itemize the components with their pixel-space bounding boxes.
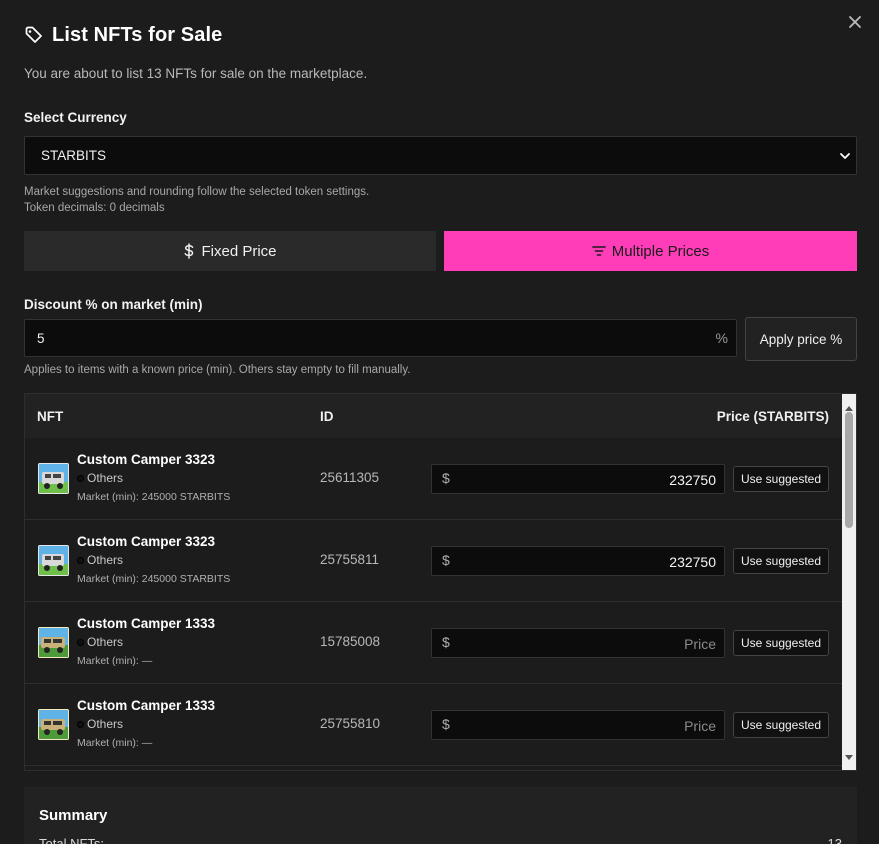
table-row: Custom Camper 3323 Others Market (min): … — [25, 520, 842, 602]
table-header: NFT ID Price (STARBITS) — [25, 394, 842, 438]
price-placeholder: Price — [684, 636, 716, 652]
modal-subtitle: You are about to list 13 NFTs for sale o… — [24, 66, 368, 81]
nft-id: 15785008 — [320, 634, 381, 649]
currency-symbol: $ — [442, 634, 450, 650]
nft-name: Custom Camper 1333 — [77, 616, 216, 631]
nft-thumbnail — [38, 545, 69, 576]
use-suggested-button[interactable]: Use suggested — [733, 630, 829, 656]
price-value: 232750 — [669, 554, 716, 570]
nft-id: 25755810 — [320, 716, 381, 731]
currency-symbol: $ — [442, 470, 450, 486]
price-input[interactable]: $ Price — [431, 628, 725, 658]
nft-market-min: Market (min): 245000 STARBITS — [77, 573, 231, 585]
nft-id: 25611305 — [320, 470, 380, 485]
list-nfts-modal: List NFTs for Sale You are about to list… — [0, 0, 879, 844]
currency-hint: Market suggestions and rounding follow t… — [24, 184, 369, 216]
nft-name: Custom Camper 3323 — [77, 534, 216, 549]
scroll-down-icon[interactable] — [845, 748, 853, 766]
table-scrollbar[interactable] — [842, 394, 856, 770]
nft-name: Custom Camper 3323 — [77, 452, 216, 467]
discount-value: 5 — [37, 330, 45, 346]
multiple-prices-tab[interactable]: Multiple Prices — [444, 231, 857, 271]
summary-total-label: Total NFTs: — [39, 836, 105, 844]
price-placeholder: Price — [684, 718, 716, 734]
collection-label: Others — [87, 553, 124, 567]
nft-collection: Others — [77, 471, 123, 485]
nft-name: Custom Camper 1333 — [77, 698, 216, 713]
price-input[interactable]: $ 232750 — [431, 546, 725, 576]
apply-price-button[interactable]: Apply price % — [745, 317, 857, 361]
currency-symbol: $ — [442, 552, 450, 568]
nft-thumbnail — [38, 627, 69, 658]
tag-icon — [24, 25, 44, 45]
header-nft: NFT — [37, 409, 64, 424]
currency-select[interactable]: STARBITS — [24, 136, 857, 175]
table-row: Custom Camper 3323 Others Market (min): … — [25, 438, 842, 520]
price-input[interactable]: $ 232750 — [431, 464, 725, 494]
currency-selected-value: STARBITS — [41, 148, 107, 163]
chevron-down-icon — [838, 149, 852, 163]
dollar-icon — [183, 243, 195, 259]
price-input[interactable]: $ Price — [431, 710, 725, 740]
nft-collection: Others — [77, 717, 123, 731]
percent-suffix: % — [715, 330, 728, 346]
collection-label: Others — [87, 635, 124, 649]
collection-dot-icon — [77, 474, 84, 482]
summary-total-row: Total NFTs: 13 — [39, 836, 842, 844]
close-icon[interactable] — [846, 13, 864, 31]
summary-total-value: 13 — [827, 836, 842, 844]
nft-table: NFT ID Price (STARBITS) Custom Camper 33… — [24, 393, 857, 771]
table-row: Custom Camper 1333 Others Market (min): … — [25, 602, 842, 684]
use-suggested-button[interactable]: Use suggested — [733, 466, 829, 492]
currency-label: Select Currency — [24, 110, 127, 125]
nft-thumbnail — [38, 709, 69, 740]
nft-market-min: Market (min): — — [77, 737, 153, 749]
summary-title: Summary — [39, 807, 108, 824]
collection-dot-icon — [77, 720, 84, 728]
nft-id: 25755811 — [320, 552, 380, 567]
discount-label: Discount % on market (min) — [24, 297, 203, 312]
use-suggested-button[interactable]: Use suggested — [733, 712, 829, 738]
table-row: Custom Camper 1333 Others Market (min): … — [25, 684, 842, 766]
currency-hint-rounding: Market suggestions and rounding follow t… — [24, 186, 370, 198]
summary-panel: Summary Total NFTs: 13 — [24, 787, 857, 844]
currency-hint-decimals: Token decimals: 0 decimals — [24, 202, 165, 214]
nft-collection: Others — [77, 635, 123, 649]
nft-thumbnail — [38, 463, 69, 494]
nft-market-min: Market (min): — — [77, 655, 153, 667]
header-id: ID — [320, 409, 334, 424]
scrollbar-thumb[interactable] — [845, 412, 853, 528]
discount-hint: Applies to items with a known price (min… — [24, 364, 411, 376]
currency-symbol: $ — [442, 716, 450, 732]
modal-title: List NFTs for Sale — [52, 23, 223, 46]
modal-header: List NFTs for Sale — [24, 22, 222, 48]
collection-label: Others — [87, 717, 124, 731]
collection-dot-icon — [77, 556, 84, 564]
discount-input[interactable]: 5 % — [24, 319, 737, 357]
header-price: Price (STARBITS) — [716, 409, 829, 424]
price-value: 232750 — [669, 472, 716, 488]
filter-icon — [591, 245, 606, 257]
use-suggested-button[interactable]: Use suggested — [733, 548, 829, 574]
nft-collection: Others — [77, 553, 123, 567]
nft-market-min: Market (min): 245000 STARBITS — [77, 491, 231, 503]
fixed-price-tab[interactable]: Fixed Price — [24, 231, 436, 271]
collection-dot-icon — [77, 638, 84, 646]
multiple-prices-label: Multiple Prices — [611, 242, 710, 260]
collection-label: Others — [87, 471, 124, 485]
fixed-price-label: Fixed Price — [201, 242, 277, 260]
